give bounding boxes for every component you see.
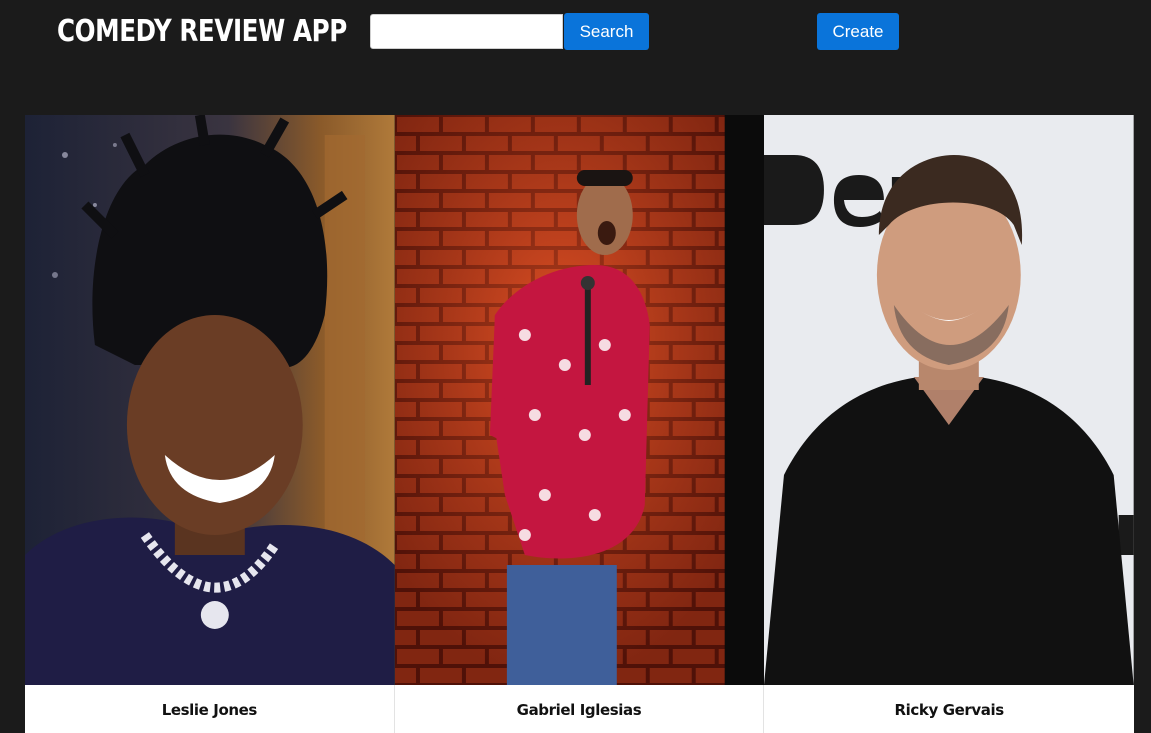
comedian-name: Ricky Gervais <box>894 701 1005 719</box>
app-header: COMEDY REVIEW APP Search Create <box>0 0 1151 70</box>
comedian-name: Leslie Jones <box>161 701 258 719</box>
comedian-card-caption: Leslie Jones <box>25 685 395 733</box>
comedian-card-caption: Ricky Gervais <box>764 685 1134 733</box>
comedian-card[interactable]: Leslie Jones <box>25 115 395 733</box>
comedian-photo-icon <box>25 115 395 685</box>
create-button[interactable]: Create <box>817 13 899 50</box>
search-button[interactable]: Search <box>564 13 649 50</box>
app-title: COMEDY REVIEW APP <box>57 14 347 49</box>
comedian-photo-icon <box>394 115 765 685</box>
search-input[interactable] <box>370 14 563 49</box>
comedian-card[interactable]: Gabriel Iglesias <box>394 115 765 733</box>
comedian-card[interactable]: Ricky Gervais <box>764 115 1134 733</box>
comedian-photo-icon <box>764 115 1134 685</box>
comedian-card-grid: Leslie Jones Gabriel Iglesias Ricky Gerv… <box>25 115 1134 733</box>
comedian-name: Gabriel Iglesias <box>516 701 642 719</box>
comedian-card-caption: Gabriel Iglesias <box>394 685 765 733</box>
